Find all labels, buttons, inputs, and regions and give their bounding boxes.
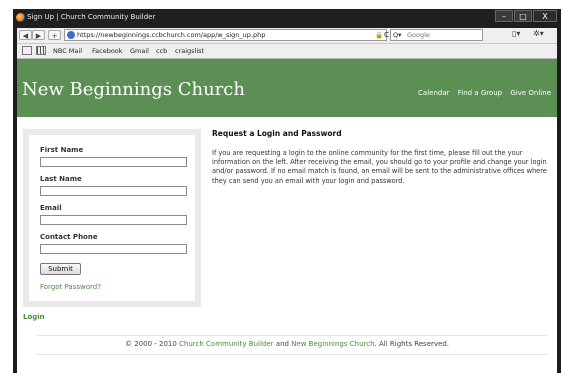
bookmarks-bar: NBC Mail Facebook Gmail ccb craigslist xyxy=(17,44,557,59)
forgot-password-link[interactable]: Forgot Password? xyxy=(40,283,101,291)
bookmark-facebook[interactable]: Facebook xyxy=(92,44,123,58)
nav-give-online[interactable]: Give Online xyxy=(510,89,551,97)
footer-divider-bottom xyxy=(37,354,547,355)
title-bar: Sign Up | Church Community Builder – □ X xyxy=(13,9,561,27)
new-tab-button[interactable]: + xyxy=(48,30,61,40)
search-input[interactable]: Q▾ Google xyxy=(390,29,483,41)
copyright-text: © 2000 - 2010 xyxy=(124,340,180,348)
browser-window: Sign Up | Church Community Builder – □ X… xyxy=(13,9,561,373)
firefox-icon xyxy=(16,13,25,22)
nav-calendar[interactable]: Calendar xyxy=(418,89,449,97)
speed-dial-icon[interactable] xyxy=(36,46,46,55)
bookmark-craigslist[interactable]: craigslist xyxy=(175,44,204,58)
first-name-field[interactable] xyxy=(40,157,187,167)
tools-menu-icon[interactable]: ✲▾ xyxy=(533,29,544,38)
maximize-button[interactable]: □ xyxy=(514,10,532,22)
site-title[interactable]: New Beginnings Church xyxy=(22,79,245,100)
globe-icon xyxy=(67,31,75,39)
refresh-icon[interactable]: C xyxy=(384,30,389,40)
address-bar[interactable]: https://newbeginnings.ccbchurch.com/app/… xyxy=(64,29,389,41)
footer-link-nbc[interactable]: New Beginnings Church xyxy=(291,340,374,348)
search-placeholder: Google xyxy=(407,31,430,39)
last-name-field[interactable] xyxy=(40,186,187,196)
email-field[interactable] xyxy=(40,215,187,225)
page-menu-icon[interactable]: ▯▾ xyxy=(512,29,520,38)
top-navigation: Calendar Find a Group Give Online xyxy=(412,89,551,97)
site-header: New Beginnings Church Calendar Find a Gr… xyxy=(17,59,557,117)
window-controls: – □ X xyxy=(495,10,557,22)
contact-phone-label: Contact Phone xyxy=(40,233,98,241)
minimize-button[interactable]: – xyxy=(495,10,513,22)
back-button[interactable]: ◀ xyxy=(19,30,32,40)
signup-form: First Name Last Name Email Contact Phone… xyxy=(23,129,201,307)
footer-divider-top xyxy=(37,335,547,336)
email-label: Email xyxy=(40,204,62,212)
contact-phone-field[interactable] xyxy=(40,244,187,254)
last-name-label: Last Name xyxy=(40,175,82,183)
bookmark-gmail[interactable]: Gmail xyxy=(130,44,149,58)
footer-and: and xyxy=(275,340,292,348)
page-heading: Request a Login and Password xyxy=(212,129,342,138)
window-title: Sign Up | Church Community Builder xyxy=(27,13,156,21)
web-page: New Beginnings Church Calendar Find a Gr… xyxy=(17,59,557,373)
rights-text: . All Rights Reserved. xyxy=(374,340,449,348)
bookmark-nbc-mail[interactable]: NBC Mail xyxy=(53,44,82,58)
bookmarks-icon[interactable] xyxy=(22,46,32,55)
instructions-text: If you are requesting a login to the onl… xyxy=(212,149,547,185)
first-name-label: First Name xyxy=(40,146,84,154)
footer-link-ccb[interactable]: Church Community Builder xyxy=(179,340,274,348)
bookmark-ccb[interactable]: ccb xyxy=(156,44,167,58)
login-link[interactable]: Login xyxy=(23,313,45,321)
search-engine-icon[interactable]: Q▾ xyxy=(393,30,401,40)
close-button[interactable]: X xyxy=(533,10,557,22)
nav-find-a-group[interactable]: Find a Group xyxy=(458,89,502,97)
footer: © 2000 - 2010 Church Community Builder a… xyxy=(17,340,557,348)
forward-button[interactable]: ▶ xyxy=(32,30,45,40)
navigation-toolbar: ◀ ▶ + https://newbeginnings.ccbchurch.co… xyxy=(17,28,557,44)
lock-icon: 🔒 xyxy=(375,31,384,39)
url-text[interactable]: https://newbeginnings.ccbchurch.com/app/… xyxy=(77,30,265,40)
submit-button[interactable]: Submit xyxy=(40,263,81,275)
